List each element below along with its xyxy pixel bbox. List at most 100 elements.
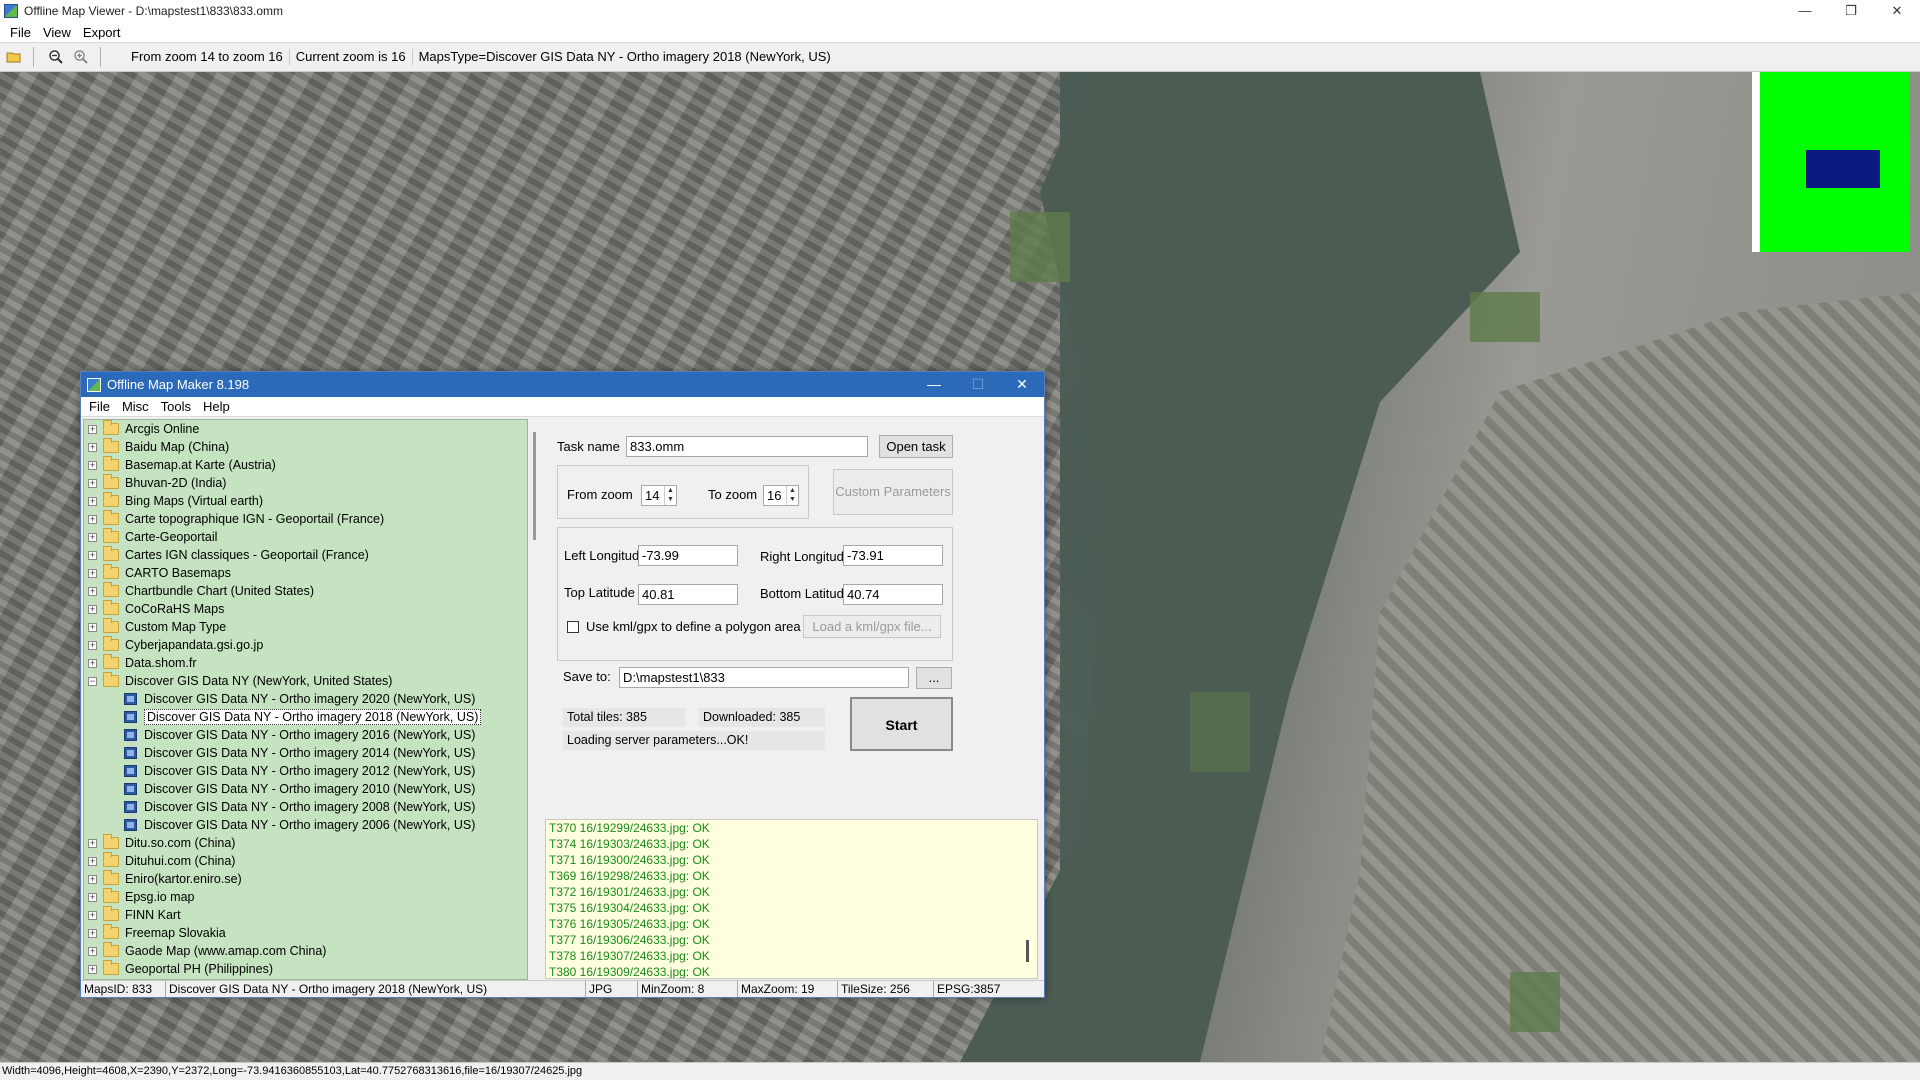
tree-item-provider[interactable]: + Bhuvan-2D (India): [84, 474, 527, 492]
expand-icon[interactable]: +: [88, 856, 97, 866]
download-log[interactable]: T370 16/19299/24633.jpg: OK T374 16/19303…: [545, 819, 1038, 979]
tree-item-map-type[interactable]: Discover GIS Data NY - Ortho imagery 201…: [84, 762, 527, 780]
tree-item-provider[interactable]: + CoCoRaHS Maps: [84, 600, 527, 618]
tree-item-provider[interactable]: − Discover GIS Data NY (NewYork, United S…: [84, 672, 527, 690]
expand-icon[interactable]: +: [88, 658, 97, 668]
close-button[interactable]: ✕: [1000, 372, 1044, 397]
tree-item-provider[interactable]: + Freemap Slovakia: [84, 924, 527, 942]
tree-item-label: Data.shom.fr: [125, 656, 197, 670]
menu-export[interactable]: Export: [77, 25, 127, 40]
minimize-button[interactable]: —: [912, 372, 956, 397]
tree-item-map-type[interactable]: Discover GIS Data NY - Ortho imagery 201…: [84, 780, 527, 798]
tree-item-map-type[interactable]: Discover GIS Data NY - Ortho imagery 201…: [84, 726, 527, 744]
tree-item-provider[interactable]: + Ditu.so.com (China): [84, 834, 527, 852]
to-zoom-spinner[interactable]: 16 ▲ ▼: [763, 485, 799, 506]
menu-misc[interactable]: Misc: [116, 399, 155, 414]
minimap-viewport[interactable]: [1806, 150, 1880, 188]
bottom-latitude-input[interactable]: 40.74: [843, 584, 943, 605]
expand-icon[interactable]: +: [88, 604, 97, 614]
tree-item-provider[interactable]: + Basemap.at Karte (Austria): [84, 456, 527, 474]
tree-item-map-type[interactable]: Discover GIS Data NY - Ortho imagery 202…: [84, 690, 527, 708]
menu-file[interactable]: File: [83, 399, 116, 414]
expand-icon[interactable]: +: [88, 586, 97, 596]
expand-icon[interactable]: +: [88, 478, 97, 488]
menu-view[interactable]: View: [37, 25, 77, 40]
expand-icon[interactable]: +: [88, 532, 97, 542]
right-longitude-input[interactable]: -73.91: [843, 545, 943, 566]
tree-item-provider[interactable]: + Baidu Map (China): [84, 438, 527, 456]
browse-button[interactable]: ...: [916, 667, 952, 689]
expand-icon[interactable]: +: [88, 892, 97, 902]
expand-icon[interactable]: +: [88, 514, 97, 524]
expand-icon[interactable]: +: [88, 550, 97, 560]
folder-icon: [103, 438, 119, 453]
folder-icon: [103, 528, 119, 543]
spinner-arrows-icon[interactable]: ▲ ▼: [786, 486, 798, 505]
tree-item-label: Eniro(kartor.eniro.se): [125, 872, 242, 886]
tree-item-provider[interactable]: + Geoportal PH (Philippines): [84, 960, 527, 978]
log-line: T377 16/19306/24633.jpg: OK: [549, 933, 710, 947]
expand-icon[interactable]: +: [88, 622, 97, 632]
expand-icon[interactable]: +: [88, 874, 97, 884]
kml-polygon-checkbox[interactable]: [567, 621, 579, 633]
menu-tools[interactable]: Tools: [155, 399, 197, 414]
custom-parameters-button[interactable]: Custom Parameters: [833, 469, 953, 515]
tree-item-provider[interactable]: + Epsg.io map: [84, 888, 527, 906]
tree-item-map-type[interactable]: Discover GIS Data NY - Ortho imagery 201…: [84, 708, 527, 726]
tree-item-provider[interactable]: + Data.shom.fr: [84, 654, 527, 672]
expand-icon[interactable]: +: [88, 442, 97, 452]
tree-item-provider[interactable]: + Cyberjapandata.gsi.go.jp: [84, 636, 527, 654]
tree-item-map-type[interactable]: Discover GIS Data NY - Ortho imagery 200…: [84, 816, 527, 834]
from-zoom-spinner[interactable]: 14 ▲ ▼: [641, 485, 677, 506]
tree-item-map-type[interactable]: Discover GIS Data NY - Ortho imagery 201…: [84, 744, 527, 762]
spinner-arrows-icon[interactable]: ▲ ▼: [664, 486, 676, 505]
expand-icon[interactable]: +: [88, 424, 97, 434]
tree-item-provider[interactable]: + FINN Kart: [84, 906, 527, 924]
tree-item-provider[interactable]: + Chartbundle Chart (United States): [84, 582, 527, 600]
tree-item-provider[interactable]: + Arcgis Online: [84, 420, 527, 438]
zoom-in-icon[interactable]: [70, 46, 92, 68]
start-button[interactable]: Start: [850, 697, 953, 751]
tree-item-provider[interactable]: + CARTO Basemaps: [84, 564, 527, 582]
minimize-button[interactable]: —: [1782, 0, 1828, 22]
tree-item-label: Cyberjapandata.gsi.go.jp: [125, 638, 264, 652]
tree-item-provider[interactable]: + Custom Map Type: [84, 618, 527, 636]
log-line: T369 16/19298/24633.jpg: OK: [549, 869, 710, 883]
zoom-out-icon[interactable]: [45, 46, 67, 68]
task-name-input[interactable]: 833.omm: [626, 436, 868, 457]
tree-item-provider[interactable]: + Carte topographique IGN - Geoportail (F…: [84, 510, 527, 528]
collapse-icon[interactable]: −: [88, 676, 97, 686]
top-latitude-input[interactable]: 40.81: [638, 584, 738, 605]
tree-item-map-type[interactable]: Discover GIS Data NY - Ortho imagery 200…: [84, 798, 527, 816]
open-task-button[interactable]: Open task ...: [879, 435, 953, 475]
tree-item-provider[interactable]: + Eniro(kartor.eniro.se): [84, 870, 527, 888]
close-button[interactable]: ✕: [1874, 0, 1920, 22]
expand-icon[interactable]: +: [88, 946, 97, 956]
restore-button[interactable]: ❐: [1828, 0, 1874, 22]
load-kml-button[interactable]: Load a kml/gpx file...: [803, 615, 941, 638]
save-to-input[interactable]: D:\mapstest1\833: [619, 667, 909, 688]
tree-item-label: Discover GIS Data NY - Ortho imagery 201…: [144, 764, 476, 778]
left-longitude-input[interactable]: -73.99: [638, 545, 738, 566]
expand-icon[interactable]: +: [88, 640, 97, 650]
menu-file[interactable]: File: [4, 25, 37, 40]
minimap[interactable]: [1752, 72, 1910, 252]
menu-help[interactable]: Help: [197, 399, 236, 414]
expand-icon[interactable]: +: [88, 964, 97, 974]
expand-icon[interactable]: +: [88, 838, 97, 848]
tree-item-provider[interactable]: + Gaode Map (www.amap.com China): [84, 942, 527, 960]
tree-scrollbar[interactable]: [533, 432, 536, 540]
expand-icon[interactable]: +: [88, 928, 97, 938]
map-provider-tree[interactable]: + Arcgis Online + Baidu Map (China) + Basemap…: [83, 419, 528, 980]
expand-icon[interactable]: +: [88, 568, 97, 578]
expand-icon[interactable]: +: [88, 910, 97, 920]
tree-item-provider[interactable]: + Carte-Geoportail: [84, 528, 527, 546]
maximize-button[interactable]: ☐: [956, 372, 1000, 397]
tree-item-provider[interactable]: + Cartes IGN classiques - Geoportail (Fra…: [84, 546, 527, 564]
tree-item-provider[interactable]: + Bing Maps (Virtual earth): [84, 492, 527, 510]
expand-icon[interactable]: +: [88, 496, 97, 506]
tree-item-provider[interactable]: + Dituhui.com (China): [84, 852, 527, 870]
expand-icon[interactable]: +: [88, 460, 97, 470]
log-scrollbar[interactable]: [1026, 940, 1029, 962]
open-folder-icon[interactable]: [3, 46, 25, 68]
